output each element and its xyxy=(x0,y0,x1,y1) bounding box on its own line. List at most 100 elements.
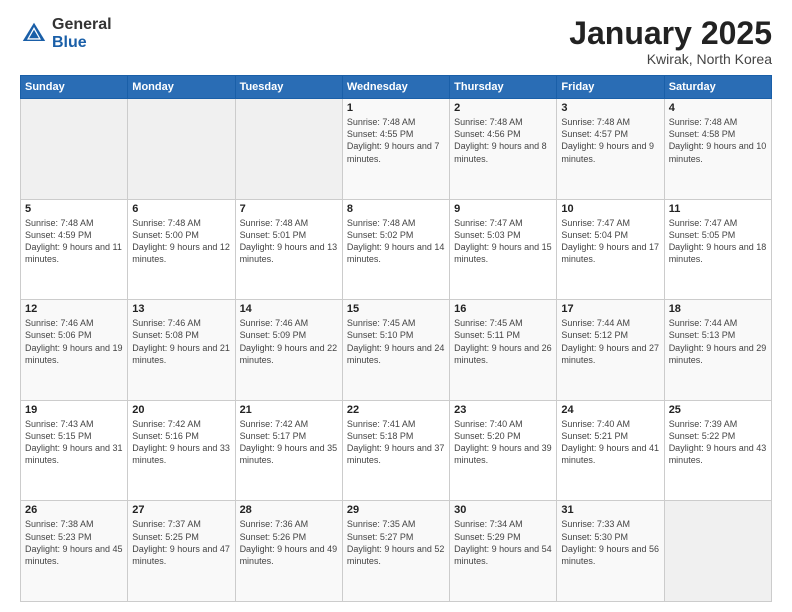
day-info: Sunrise: 7:44 AM Sunset: 5:12 PM Dayligh… xyxy=(561,317,659,366)
col-wednesday: Wednesday xyxy=(342,76,449,99)
day-number: 14 xyxy=(240,303,338,315)
day-info: Sunrise: 7:48 AM Sunset: 5:00 PM Dayligh… xyxy=(132,217,230,266)
week-row-2: 5Sunrise: 7:48 AM Sunset: 4:59 PM Daylig… xyxy=(21,199,772,300)
day-number: 23 xyxy=(454,404,552,416)
day-info: Sunrise: 7:48 AM Sunset: 5:02 PM Dayligh… xyxy=(347,217,445,266)
table-row: 27 Sunrise: 7:37 AM Sunset: 5:25 PM Dayli… xyxy=(128,501,235,602)
table-row: 4 Sunrise: 7:48 AM Sunset: 4:58 PM Daylig… xyxy=(664,99,771,200)
day-number: 20 xyxy=(132,404,230,416)
table-row: 13 Sunrise: 7:46 AM Sunset: 5:08 PM Dayli… xyxy=(128,300,235,401)
table-row: 28 Sunrise: 7:36 AM Sunset: 5:26 PM Dayli… xyxy=(235,501,342,602)
day-number: 8 xyxy=(347,203,445,215)
day-number: 2 xyxy=(454,102,552,114)
table-row: 11 Sunrise: 7:47 AM Sunset: 5:05 PM Dayli… xyxy=(664,199,771,300)
day-number: 18 xyxy=(669,303,767,315)
week-row-5: 26 Sunrise: 7:38 AM Sunset: 5:23 PM Dayli… xyxy=(21,501,772,602)
day-info: Sunrise: 7:47 AM Sunset: 5:05 PM Dayligh… xyxy=(669,217,767,266)
table-row: 30Sunrise: 7:34 AM Sunset: 5:29 PM Dayli… xyxy=(450,501,557,602)
table-row xyxy=(235,99,342,200)
day-info: Sunrise: 7:46 AM Sunset: 5:09 PM Dayligh… xyxy=(240,317,338,366)
day-info: Sunrise: 7:45 AM Sunset: 5:11 PM Dayligh… xyxy=(454,317,552,366)
logo-blue: Blue xyxy=(52,34,87,51)
day-info: Sunrise: 7:48 AM Sunset: 4:56 PM Dayligh… xyxy=(454,116,552,165)
day-info: Sunrise: 7:48 AM Sunset: 5:01 PM Dayligh… xyxy=(240,217,338,266)
table-row: 21 Sunrise: 7:42 AM Sunset: 5:17 PM Dayli… xyxy=(235,400,342,501)
day-number: 27 xyxy=(132,504,230,516)
table-row: 16Sunrise: 7:45 AM Sunset: 5:11 PM Dayli… xyxy=(450,300,557,401)
table-row: 31Sunrise: 7:33 AM Sunset: 5:30 PM Dayli… xyxy=(557,501,664,602)
col-tuesday: Tuesday xyxy=(235,76,342,99)
table-row: 17 Sunrise: 7:44 AM Sunset: 5:12 PM Dayli… xyxy=(557,300,664,401)
day-number: 1 xyxy=(347,102,445,114)
day-number: 12 xyxy=(25,303,123,315)
day-number: 24 xyxy=(561,404,659,416)
table-row: 8 Sunrise: 7:48 AM Sunset: 5:02 PM Daylig… xyxy=(342,199,449,300)
week-row-3: 12 Sunrise: 7:46 AM Sunset: 5:06 PM Dayli… xyxy=(21,300,772,401)
week-row-4: 19Sunrise: 7:43 AM Sunset: 5:15 PM Dayli… xyxy=(21,400,772,501)
day-number: 30 xyxy=(454,504,552,516)
day-info: Sunrise: 7:37 AM Sunset: 5:25 PM Dayligh… xyxy=(132,518,230,567)
table-row: 1Sunrise: 7:48 AM Sunset: 4:55 PM Daylig… xyxy=(342,99,449,200)
table-row xyxy=(128,99,235,200)
day-number: 13 xyxy=(132,303,230,315)
table-row xyxy=(664,501,771,602)
table-row: 20 Sunrise: 7:42 AM Sunset: 5:16 PM Dayli… xyxy=(128,400,235,501)
col-monday: Monday xyxy=(128,76,235,99)
day-info: Sunrise: 7:48 AM Sunset: 4:57 PM Dayligh… xyxy=(561,116,659,165)
table-row: 24 Sunrise: 7:40 AM Sunset: 5:21 PM Dayli… xyxy=(557,400,664,501)
table-row: 7 Sunrise: 7:48 AM Sunset: 5:01 PM Daylig… xyxy=(235,199,342,300)
title-block: January 2025 Kwirak, North Korea xyxy=(569,16,772,67)
table-row: 25Sunrise: 7:39 AM Sunset: 5:22 PM Dayli… xyxy=(664,400,771,501)
day-info: Sunrise: 7:48 AM Sunset: 4:58 PM Dayligh… xyxy=(669,116,767,165)
day-info: Sunrise: 7:45 AM Sunset: 5:10 PM Dayligh… xyxy=(347,317,445,366)
day-number: 28 xyxy=(240,504,338,516)
day-info: Sunrise: 7:36 AM Sunset: 5:26 PM Dayligh… xyxy=(240,518,338,567)
col-thursday: Thursday xyxy=(450,76,557,99)
day-number: 4 xyxy=(669,102,767,114)
day-number: 11 xyxy=(669,203,767,215)
day-info: Sunrise: 7:35 AM Sunset: 5:27 PM Dayligh… xyxy=(347,518,445,567)
day-number: 25 xyxy=(669,404,767,416)
week-row-1: 1Sunrise: 7:48 AM Sunset: 4:55 PM Daylig… xyxy=(21,99,772,200)
table-row: 19Sunrise: 7:43 AM Sunset: 5:15 PM Dayli… xyxy=(21,400,128,501)
calendar-table: Sunday Monday Tuesday Wednesday Thursday… xyxy=(20,75,772,602)
day-number: 19 xyxy=(25,404,123,416)
table-row: 2 Sunrise: 7:48 AM Sunset: 4:56 PM Daylig… xyxy=(450,99,557,200)
day-info: Sunrise: 7:46 AM Sunset: 5:06 PM Dayligh… xyxy=(25,317,123,366)
day-info: Sunrise: 7:41 AM Sunset: 5:18 PM Dayligh… xyxy=(347,418,445,467)
day-info: Sunrise: 7:33 AM Sunset: 5:30 PM Dayligh… xyxy=(561,518,659,567)
logo: General Blue xyxy=(20,16,112,52)
day-info: Sunrise: 7:48 AM Sunset: 4:59 PM Dayligh… xyxy=(25,217,123,266)
table-row: 26 Sunrise: 7:38 AM Sunset: 5:23 PM Dayli… xyxy=(21,501,128,602)
col-sunday: Sunday xyxy=(21,76,128,99)
day-number: 26 xyxy=(25,504,123,516)
logo-icon xyxy=(20,20,48,48)
day-info: Sunrise: 7:46 AM Sunset: 5:08 PM Dayligh… xyxy=(132,317,230,366)
table-row: 10 Sunrise: 7:47 AM Sunset: 5:04 PM Dayli… xyxy=(557,199,664,300)
day-number: 10 xyxy=(561,203,659,215)
day-info: Sunrise: 7:42 AM Sunset: 5:16 PM Dayligh… xyxy=(132,418,230,467)
month-title: January 2025 xyxy=(569,16,772,51)
day-info: Sunrise: 7:47 AM Sunset: 5:04 PM Dayligh… xyxy=(561,217,659,266)
table-row: 3 Sunrise: 7:48 AM Sunset: 4:57 PM Daylig… xyxy=(557,99,664,200)
table-row: 23 Sunrise: 7:40 AM Sunset: 5:20 PM Dayli… xyxy=(450,400,557,501)
day-info: Sunrise: 7:40 AM Sunset: 5:20 PM Dayligh… xyxy=(454,418,552,467)
day-number: 17 xyxy=(561,303,659,315)
day-info: Sunrise: 7:42 AM Sunset: 5:17 PM Dayligh… xyxy=(240,418,338,467)
day-number: 3 xyxy=(561,102,659,114)
logo-general: General xyxy=(52,16,112,33)
day-number: 21 xyxy=(240,404,338,416)
day-number: 15 xyxy=(347,303,445,315)
col-friday: Friday xyxy=(557,76,664,99)
day-number: 29 xyxy=(347,504,445,516)
day-info: Sunrise: 7:40 AM Sunset: 5:21 PM Dayligh… xyxy=(561,418,659,467)
table-row: 12 Sunrise: 7:46 AM Sunset: 5:06 PM Dayli… xyxy=(21,300,128,401)
table-row: 18Sunrise: 7:44 AM Sunset: 5:13 PM Dayli… xyxy=(664,300,771,401)
header: General Blue January 2025 Kwirak, North … xyxy=(20,16,772,67)
day-info: Sunrise: 7:38 AM Sunset: 5:23 PM Dayligh… xyxy=(25,518,123,567)
table-row: 14 Sunrise: 7:46 AM Sunset: 5:09 PM Dayli… xyxy=(235,300,342,401)
day-number: 22 xyxy=(347,404,445,416)
day-number: 9 xyxy=(454,203,552,215)
day-number: 7 xyxy=(240,203,338,215)
table-row: 6Sunrise: 7:48 AM Sunset: 5:00 PM Daylig… xyxy=(128,199,235,300)
